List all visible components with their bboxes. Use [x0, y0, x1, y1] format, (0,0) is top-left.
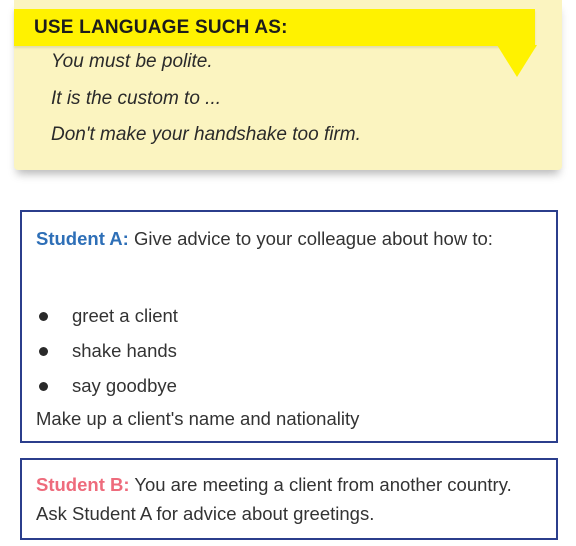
bullet-icon — [39, 347, 48, 356]
bullet-text: shake hands — [72, 340, 177, 361]
tip-phrase: Don't make your handshake too firm. — [51, 124, 361, 145]
student-b-card: Student B: You are meeting a client from… — [20, 458, 558, 540]
list-item: greet a client — [36, 298, 178, 333]
down-arrow-icon — [497, 45, 537, 77]
tip-heading: USE LANGUAGE SUCH AS: — [34, 17, 288, 38]
tip-phrase: It is the custom to ... — [51, 88, 222, 109]
student-b-instruction-block: Student B: You are meeting a client from… — [36, 470, 546, 528]
list-item: shake hands — [36, 333, 178, 368]
student-a-instruction-block: Student A: Give advice to your colleague… — [36, 224, 541, 253]
student-a-label: Student A: — [36, 228, 129, 249]
worksheet-page: USE LANGUAGE SUCH AS: You must be polite… — [0, 0, 576, 546]
student-a-closing: Make up a client's name and nationality — [36, 408, 360, 429]
bullet-icon — [39, 312, 48, 321]
student-a-bullet-list: greet a client shake hands say goodbye — [36, 298, 178, 403]
tip-heading-banner: USE LANGUAGE SUCH AS: — [14, 9, 535, 46]
tip-phrase: You must be polite. — [51, 51, 213, 72]
bullet-icon — [39, 382, 48, 391]
student-a-card: Student A: Give advice to your colleague… — [20, 210, 558, 443]
list-item: say goodbye — [36, 368, 178, 403]
bullet-text: greet a client — [72, 305, 178, 326]
language-tip-panel: USE LANGUAGE SUCH AS: You must be polite… — [14, 0, 562, 170]
student-b-label: Student B: — [36, 474, 130, 495]
bullet-text: say goodbye — [72, 375, 177, 396]
student-a-instruction: Give advice to your colleague about how … — [133, 228, 493, 249]
